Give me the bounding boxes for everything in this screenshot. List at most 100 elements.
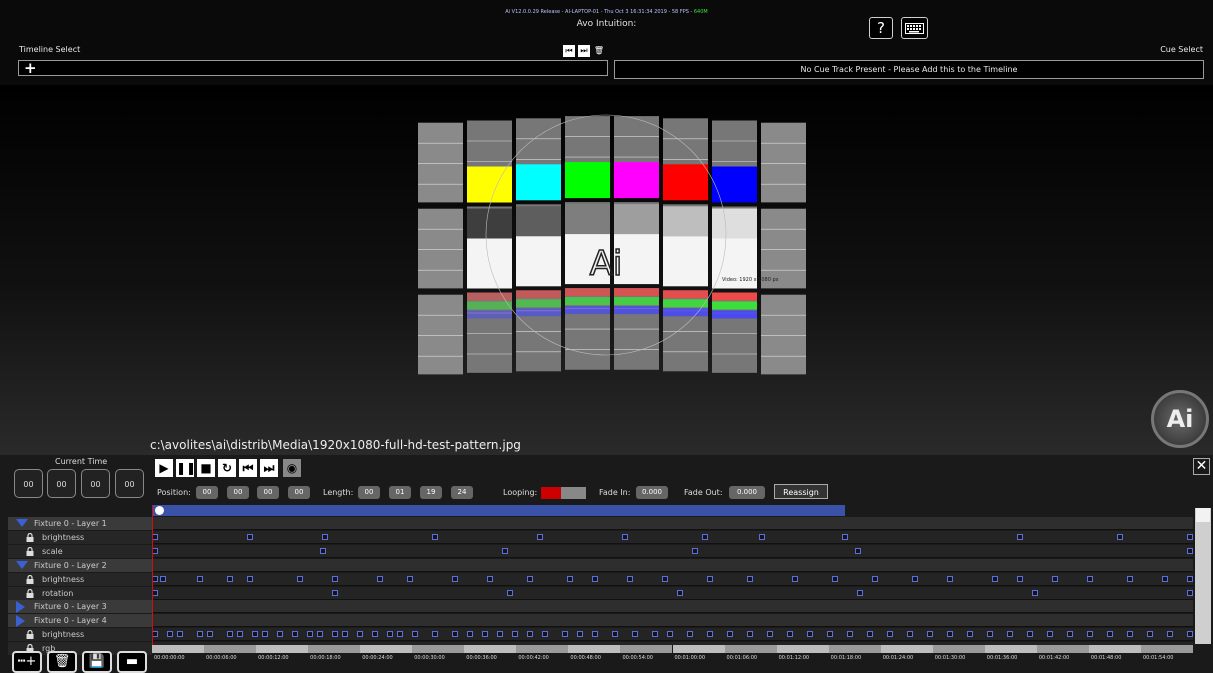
keyframe[interactable]	[227, 575, 233, 582]
keyframe[interactable]	[1187, 631, 1193, 638]
param-row[interactable]: brightness	[8, 628, 152, 642]
timeline-scrollbar[interactable]	[1195, 508, 1211, 644]
record-button[interactable]: ◉	[283, 459, 301, 477]
keyframe[interactable]	[1162, 575, 1168, 582]
keyframe[interactable]	[652, 631, 658, 638]
keyframe[interactable]	[482, 631, 488, 638]
keyframe[interactable]	[632, 631, 638, 638]
layer-row[interactable]: Fixture 0 - Layer 3	[8, 600, 152, 614]
keyframe[interactable]	[747, 575, 753, 582]
keyframe[interactable]	[1107, 631, 1113, 638]
keyframe[interactable]	[702, 533, 708, 540]
keyframe[interactable]	[332, 631, 338, 638]
track-lane[interactable]	[152, 530, 1193, 544]
timeline-select-bar[interactable]: +	[18, 59, 608, 77]
keyframe[interactable]	[662, 575, 668, 582]
keyframe[interactable]	[502, 547, 508, 554]
keyframe[interactable]	[857, 589, 863, 596]
keyframe[interactable]	[627, 575, 633, 582]
param-row[interactable]: scale	[8, 544, 152, 558]
keyframe[interactable]	[332, 575, 338, 582]
keyframe[interactable]	[912, 575, 918, 582]
next-timeline-icon[interactable]: ⏭	[578, 45, 590, 57]
keyframe[interactable]	[562, 631, 568, 638]
keyframe[interactable]	[432, 533, 438, 540]
keyframe[interactable]	[497, 631, 503, 638]
keyframe[interactable]	[767, 631, 773, 638]
keyframe[interactable]	[1127, 575, 1133, 582]
track-lane[interactable]	[152, 572, 1193, 586]
pause-button[interactable]: ❚❚	[176, 459, 196, 477]
time-ruler[interactable]: 00:00:00:00 00:00:06:00 00:00:12:00 00:00:1…	[152, 645, 1193, 663]
keyframe[interactable]	[992, 575, 998, 582]
keyframe[interactable]	[967, 631, 973, 638]
position-hours[interactable]: 00	[196, 486, 218, 499]
lock-icon[interactable]	[26, 630, 34, 640]
position-frames[interactable]: 00	[288, 486, 310, 499]
add-track-button[interactable]: ┅+	[12, 651, 42, 673]
keyframe[interactable]	[872, 575, 878, 582]
keyframe[interactable]	[292, 631, 298, 638]
layer-row[interactable]: Fixture 0 - Layer 2	[8, 558, 152, 572]
keyframe[interactable]	[987, 631, 993, 638]
keyframe[interactable]	[1067, 631, 1073, 638]
fade-out-value[interactable]: 0.000	[729, 486, 765, 499]
keyframe[interactable]	[667, 631, 673, 638]
keyframe[interactable]	[687, 631, 693, 638]
keyframe[interactable]	[577, 631, 583, 638]
keyframe[interactable]	[1087, 575, 1093, 582]
keyframe[interactable]	[1032, 589, 1038, 596]
expand-triangle-icon[interactable]	[16, 615, 25, 628]
keyframe[interactable]	[727, 631, 733, 638]
keyframe[interactable]	[247, 575, 253, 582]
keyframe[interactable]	[792, 575, 798, 582]
add-timeline-icon[interactable]: +	[24, 59, 37, 77]
close-timeline-button[interactable]: ✕	[1193, 458, 1210, 475]
loop-button[interactable]: ↻	[218, 459, 236, 477]
length-minutes[interactable]: 01	[389, 486, 411, 499]
keyframe[interactable]	[317, 631, 323, 638]
keyframe[interactable]	[357, 631, 363, 638]
keyframe[interactable]	[507, 589, 513, 596]
delete-timeline-icon[interactable]: 🗑	[593, 45, 605, 57]
position-seconds[interactable]: 00	[257, 486, 279, 499]
param-row[interactable]: rotation	[8, 586, 152, 600]
keyframe[interactable]	[467, 631, 473, 638]
keyframe[interactable]	[342, 631, 348, 638]
keyframe[interactable]	[1147, 631, 1153, 638]
expand-triangle-icon[interactable]	[16, 601, 25, 614]
keyframe[interactable]	[807, 631, 813, 638]
keyframe[interactable]	[747, 631, 753, 638]
keyframe[interactable]	[1167, 631, 1173, 638]
keyframe[interactable]	[297, 575, 303, 582]
keyframe[interactable]	[1187, 589, 1193, 596]
help-button[interactable]: ?	[869, 17, 893, 39]
track-lane[interactable]	[152, 600, 1193, 614]
reassign-button[interactable]: Reassign	[774, 484, 828, 499]
keyframe[interactable]	[237, 631, 243, 638]
keyframe[interactable]	[947, 575, 953, 582]
stop-button[interactable]: ■	[197, 459, 215, 477]
playhead[interactable]	[152, 505, 153, 660]
keyframe[interactable]	[207, 631, 213, 638]
keyframe[interactable]	[1047, 631, 1053, 638]
keyframe[interactable]	[842, 533, 848, 540]
keyframe[interactable]	[537, 533, 543, 540]
keyframe[interactable]	[387, 631, 393, 638]
scrollbar-thumb[interactable]	[1196, 508, 1210, 522]
keyframe[interactable]	[1187, 575, 1193, 582]
keyframe[interactable]	[707, 575, 713, 582]
length-hours[interactable]: 00	[358, 486, 380, 499]
keyframe[interactable]	[377, 575, 383, 582]
keyframe[interactable]	[452, 575, 458, 582]
keyframe[interactable]	[947, 631, 953, 638]
keyframe[interactable]	[452, 631, 458, 638]
go-end-button[interactable]: ⏭	[260, 459, 278, 477]
keyframe[interactable]	[407, 575, 413, 582]
keyframe[interactable]	[277, 631, 283, 638]
track-lane[interactable]	[152, 614, 1193, 628]
lock-icon[interactable]	[26, 588, 34, 598]
track-lane[interactable]	[152, 558, 1193, 572]
keyframe[interactable]	[567, 575, 573, 582]
keyframe[interactable]	[1017, 533, 1023, 540]
